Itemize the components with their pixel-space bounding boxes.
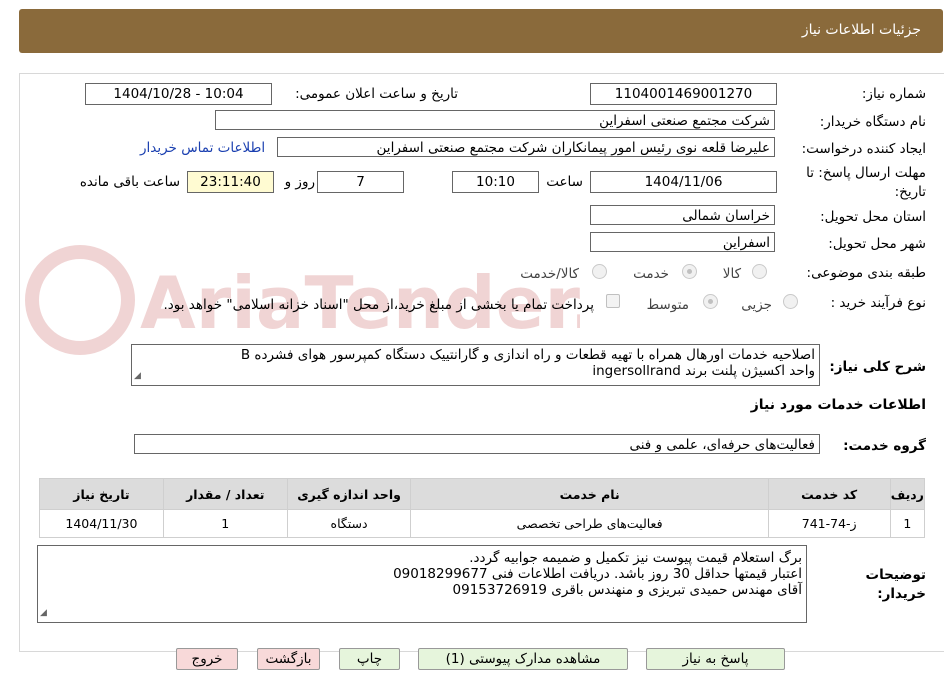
table-row[interactable]: 1 ز-74-741 فعالیت‌های طراحی تخصصی دستگاه…	[39, 509, 926, 538]
page-title: جزئیات اطلاعات نیاز	[801, 22, 921, 38]
print-button[interactable]: چاپ	[339, 648, 400, 670]
category-goods-radio[interactable]	[752, 264, 767, 279]
buyer-org-field: شرکت مجتمع صنعتی اسفراین	[215, 110, 775, 130]
requester-field: علیرضا قلعه نوی رئیس امور پیمانکاران شرک…	[277, 137, 775, 157]
need-number-label: شماره نیاز:	[861, 86, 926, 102]
category-label: طبقه بندی موضوعی:	[806, 265, 926, 281]
announce-date-field: 1404/10/28 - 10:04	[85, 83, 272, 105]
description-line-2: واحد اکسیژن پلنت برند ingersollrand	[592, 363, 815, 379]
resize-grip-icon[interactable]: ◢	[134, 368, 141, 384]
cell-row-number: 1	[889, 509, 926, 538]
buyer-notes-label: توضیحات	[865, 567, 926, 583]
buyer-notes-textarea[interactable]: برگ استعلام قیمت پیوست نیز تکمیل و ضمیمه…	[37, 545, 807, 623]
buyer-contact-link[interactable]: اطلاعات تماس خریدار	[140, 140, 265, 156]
need-number-field: 1104001469001270	[590, 83, 777, 105]
deadline-time-label: ساعت	[546, 174, 583, 190]
cell-unit: دستگاه	[286, 509, 412, 538]
remaining-time-label: ساعت باقی مانده	[79, 174, 180, 190]
process-medium-radio[interactable]	[703, 294, 718, 309]
category-goods-service-label: کالا/خدمت	[520, 266, 579, 282]
description-line-1: اصلاحیه خدمات اورهال همراه با تهیه قطعات…	[240, 347, 815, 363]
services-section-title: اطلاعات خدمات مورد نیاز	[750, 397, 926, 413]
description-textarea[interactable]: اصلاحیه خدمات اورهال همراه با تهیه قطعات…	[131, 344, 820, 386]
category-service-label: خدمت	[633, 266, 669, 282]
days-label: روز و	[284, 174, 315, 190]
col-service-name: نام خدمت	[410, 478, 769, 510]
exit-button[interactable]: خروج	[176, 648, 238, 670]
province-label: استان محل تحویل:	[820, 209, 926, 225]
col-unit: واحد اندازه گیری	[286, 478, 412, 510]
category-goods-label: کالا	[722, 266, 741, 282]
requester-label: ایجاد کننده درخواست:	[801, 141, 926, 157]
resize-grip-icon[interactable]: ◢	[40, 605, 47, 621]
deadline-time-field: 10:10	[452, 171, 539, 193]
deadline-date-field: 1404/11/06	[590, 171, 777, 193]
buyer-org-label: نام دستگاه خریدار:	[819, 114, 926, 130]
buyer-notes-label-2: خریدار:	[877, 586, 926, 602]
cell-quantity: 1	[162, 509, 288, 538]
process-minor-radio[interactable]	[783, 294, 798, 309]
buyer-notes-line-1: برگ استعلام قیمت پیوست نیز تکمیل و ضمیمه…	[469, 550, 802, 566]
city-label: شهر محل تحویل:	[828, 236, 926, 252]
process-minor-label: جزیی	[741, 297, 772, 313]
announce-date-label: تاریخ و ساعت اعلان عمومی:	[295, 86, 458, 102]
province-field: خراسان شمالی	[590, 205, 775, 225]
back-button[interactable]: بازگشت	[257, 648, 320, 670]
col-service-code: کد خدمت	[767, 478, 891, 510]
service-group-field: فعالیت‌های حرفه‌ای، علمی و فنی	[134, 434, 820, 454]
col-need-date: تاریخ نیاز	[39, 478, 164, 510]
service-group-label: گروه خدمت:	[843, 438, 926, 454]
treasury-bonds-note: پرداخت تمام یا بخشی از مبلغ خرید،از محل …	[163, 297, 594, 313]
deadline-date-label: تاریخ:	[894, 184, 926, 200]
description-label: شرح کلی نیاز:	[829, 359, 926, 375]
process-medium-label: متوسط	[646, 297, 689, 313]
reply-to-need-button[interactable]: پاسخ به نیاز	[646, 648, 785, 670]
cell-service-name: فعالیت‌های طراحی تخصصی	[410, 509, 769, 538]
col-quantity: تعداد / مقدار	[162, 478, 288, 510]
remaining-days-field: 7	[317, 171, 404, 193]
process-type-label: نوع فرآیند خرید :	[830, 295, 926, 311]
table-header-row: ردیف کد خدمت نام خدمت واحد اندازه گیری ت…	[39, 478, 926, 510]
cell-service-code: ز-74-741	[767, 509, 891, 538]
view-attachments-button[interactable]: مشاهده مدارک پیوستی (1)	[418, 648, 628, 670]
cell-need-date: 1404/11/30	[39, 509, 164, 538]
page-header: جزئیات اطلاعات نیاز	[19, 9, 943, 53]
buyer-notes-line-3: آقای مهندس حمیدی تبریزی و منهندس باقری 0…	[452, 582, 802, 598]
category-goods-service-radio[interactable]	[592, 264, 607, 279]
category-service-radio[interactable]	[682, 264, 697, 279]
deadline-label: مهلت ارسال پاسخ: تا	[806, 165, 926, 181]
buyer-notes-line-2: اعتبار قیمتها حداقل 30 روز باشد. دریافت …	[393, 566, 802, 582]
city-field: اسفراین	[590, 232, 775, 252]
services-table: ردیف کد خدمت نام خدمت واحد اندازه گیری ت…	[39, 478, 926, 538]
remaining-time-field: 23:11:40	[187, 171, 274, 193]
treasury-bonds-checkbox[interactable]	[606, 294, 620, 308]
col-row-number: ردیف	[889, 478, 926, 510]
